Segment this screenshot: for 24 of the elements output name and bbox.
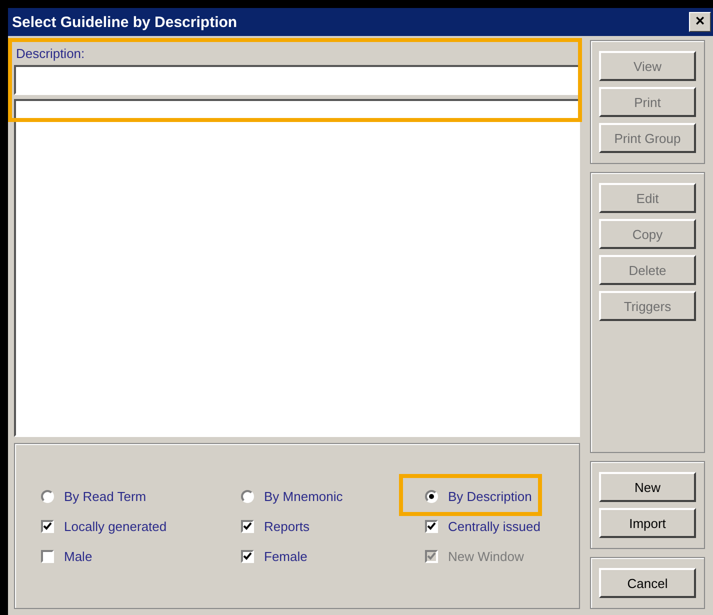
checkbox-label: Female [264, 548, 308, 564]
close-button[interactable]: × [689, 12, 711, 32]
radio-label: By Read Term [64, 488, 146, 504]
action-button[interactable]: New [599, 472, 696, 502]
window-title: Select Guideline by Description [12, 14, 238, 30]
checkbox[interactable] [241, 550, 254, 562]
radio-button[interactable] [241, 490, 254, 502]
action-button[interactable]: Import [599, 508, 696, 538]
checkbox[interactable] [41, 520, 54, 532]
radio-label: By Description [448, 488, 532, 504]
checkbox-label: New Window [448, 548, 524, 564]
action-button[interactable]: Cancel [599, 568, 696, 598]
radio-label: By Mnemonic [264, 488, 343, 504]
checkbox-label: Reports [264, 518, 310, 534]
description-field[interactable] [14, 65, 580, 95]
radio-button[interactable] [41, 490, 54, 502]
checkbox[interactable] [425, 520, 438, 532]
checkbox[interactable] [41, 550, 54, 562]
radio-button[interactable] [425, 490, 438, 502]
checkbox-label: Locally generated [64, 518, 167, 534]
checkbox-label: Male [64, 548, 92, 564]
checkbox[interactable] [241, 520, 254, 532]
checkbox-label: Centrally issued [448, 518, 540, 534]
description-label: Description: [15, 45, 86, 63]
